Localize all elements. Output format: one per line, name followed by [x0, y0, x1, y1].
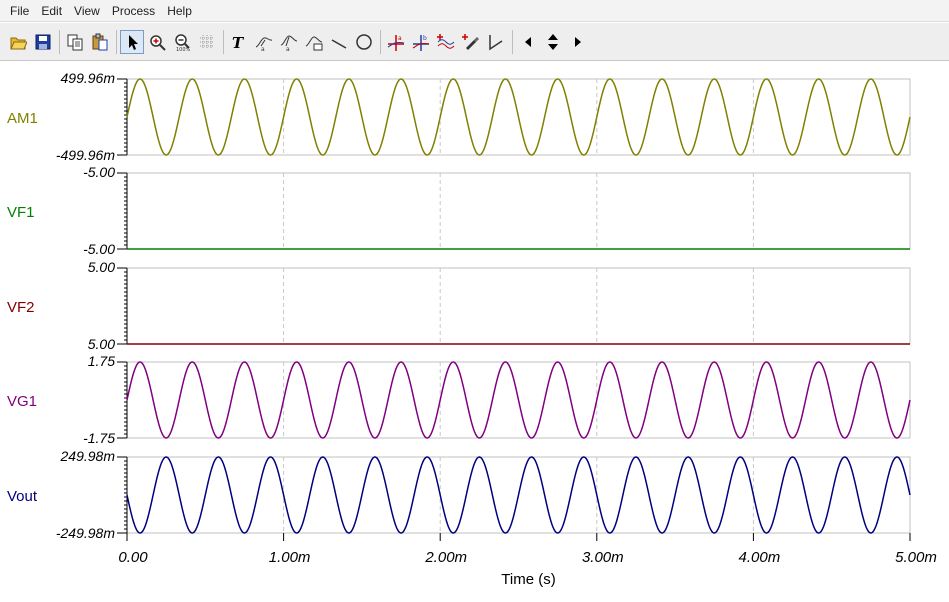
cursor-b-button[interactable]: b — [409, 30, 433, 54]
y-tick-label-bottom: -1.75 — [83, 430, 115, 446]
marker-pen-icon — [462, 33, 479, 50]
arrow-updown-button[interactable] — [541, 30, 565, 54]
x-tick-label: 1.00m — [269, 549, 311, 566]
marker-pen-button[interactable] — [459, 30, 483, 54]
text-button[interactable]: T — [227, 30, 251, 54]
label-curve-box-icon — [305, 35, 323, 50]
zoom-100-icon: 100% — [175, 33, 191, 51]
save-button[interactable] — [31, 30, 55, 54]
pointer-icon — [129, 34, 138, 50]
label-curve-icon: a — [255, 36, 273, 51]
save-icon — [35, 34, 51, 49]
chart-svg: 499.96m -499.96m AM1 -5.00 -5.00 VF1 5.00 5.00 V… — [7, 70, 937, 588]
curve-select-icon — [437, 33, 455, 49]
plot-area: 499.96m -499.96m AM1 -5.00 -5.00 VF1 5.00 5.00 V… — [0, 62, 949, 602]
y-tick-label-top: 5.00 — [88, 259, 115, 275]
series-label-vf2: VF2 — [7, 299, 35, 316]
menu-bar: File Edit View Process Help — [0, 0, 949, 22]
grid-button[interactable] — [195, 30, 219, 54]
zoom-100-button[interactable]: 100% — [170, 30, 194, 54]
cursor-a-icon: a — [387, 34, 405, 51]
label-curve-button[interactable]: a — [252, 30, 276, 54]
step-button[interactable] — [484, 30, 508, 54]
panel-frame-vf1 — [126, 172, 911, 250]
series-label-vg1: VG1 — [7, 393, 37, 410]
arrow-right-button[interactable] — [566, 30, 590, 54]
x-tick-label: 2.00m — [424, 549, 467, 566]
toolbar-separator — [223, 29, 224, 54]
x-tick-label: 4.00m — [739, 549, 781, 566]
svg-text:b: b — [423, 35, 427, 42]
step-icon — [489, 34, 503, 50]
x-tick-label: 0.00 — [118, 549, 148, 566]
series-label-vout: Vout — [7, 488, 38, 505]
y-tick-label-top: 1.75 — [88, 353, 115, 369]
zoom-in-button[interactable] — [145, 30, 169, 54]
menu-process[interactable]: Process — [106, 0, 161, 22]
copy-button[interactable] — [63, 30, 87, 54]
svg-text:a: a — [261, 46, 265, 51]
toolbar-separator — [380, 29, 381, 54]
toolbar: 100% Ta a a b — [0, 23, 949, 61]
label-curve-alt-button[interactable]: a — [277, 30, 301, 54]
open-icon — [10, 37, 27, 49]
arrow-left-button[interactable] — [516, 30, 540, 54]
x-tick-label: 5.00m — [895, 549, 937, 566]
y-tick-label-bottom: -499.96m — [56, 147, 115, 163]
svg-text:a: a — [398, 35, 402, 42]
y-tick-label-top: 499.96m — [61, 70, 116, 86]
label-curve-alt-icon: a — [280, 34, 298, 51]
copy-icon — [67, 34, 83, 50]
menu-edit[interactable]: Edit — [35, 0, 68, 22]
y-tick-label-bottom: -5.00 — [83, 241, 115, 257]
grid-icon — [200, 34, 214, 49]
svg-text:100%: 100% — [176, 47, 191, 51]
menu-file[interactable]: File — [4, 0, 35, 22]
line-icon — [331, 38, 347, 49]
line-button[interactable] — [327, 30, 351, 54]
series-label-am1: AM1 — [7, 110, 38, 127]
y-tick-label-top: -5.00 — [83, 164, 115, 180]
x-tick-label: 3.00m — [582, 549, 624, 566]
toolbar-separator — [116, 29, 117, 54]
y-tick-label-bottom: -249.98m — [56, 525, 115, 541]
open-button[interactable] — [6, 30, 30, 54]
panel-frame-vf2 — [126, 267, 911, 345]
arrow-right-icon — [575, 36, 581, 47]
y-tick-label-top: 249.98m — [60, 448, 116, 464]
cursor-a-button[interactable]: a — [384, 30, 408, 54]
svg-text:T: T — [232, 34, 245, 51]
paste-icon — [92, 33, 108, 50]
cursor-b-icon: b — [412, 34, 430, 51]
x-axis-label: Time (s) — [501, 571, 555, 588]
toolbar-separator — [512, 29, 513, 54]
toolbar-separator — [59, 29, 60, 54]
menu-help[interactable]: Help — [161, 0, 198, 22]
circle-icon — [356, 33, 372, 50]
paste-button[interactable] — [88, 30, 112, 54]
series-label-vf1: VF1 — [7, 204, 35, 221]
arrow-updown-icon — [548, 33, 558, 50]
text-icon: T — [232, 34, 245, 51]
zoom-in-icon — [150, 34, 166, 51]
curve-select-button[interactable] — [434, 30, 458, 54]
menu-view[interactable]: View — [68, 0, 106, 22]
y-tick-label-bottom: 5.00 — [88, 336, 115, 352]
pointer-button[interactable] — [120, 29, 144, 54]
svg-text:a: a — [286, 46, 290, 51]
arrow-left-icon — [525, 36, 531, 47]
circle-button[interactable] — [352, 30, 376, 54]
label-curve-box-button[interactable] — [302, 30, 326, 54]
